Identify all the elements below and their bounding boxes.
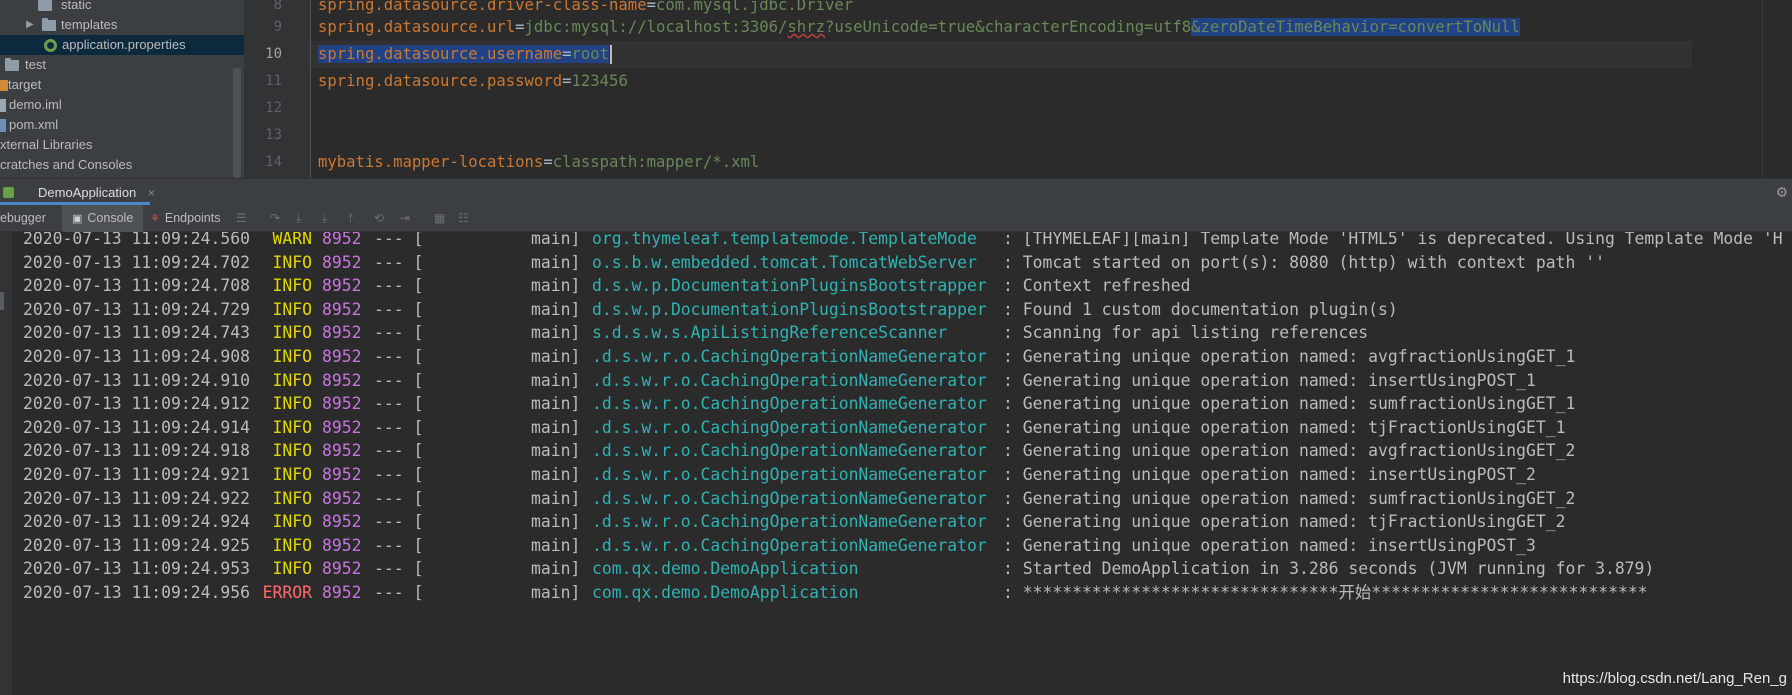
chevron-right-icon[interactable]: ▶ xyxy=(26,15,34,35)
tree-item-scratches[interactable]: cratches and Consoles xyxy=(0,155,244,175)
log-thread: main] xyxy=(531,583,581,602)
tree-item-test[interactable]: test xyxy=(0,55,244,75)
evaluate-icon[interactable]: ▦ xyxy=(434,205,445,232)
tab-console[interactable]: ▣ Console xyxy=(62,205,144,232)
tree-item-demo-iml[interactable]: demo.iml xyxy=(0,95,244,115)
line-number: 9 xyxy=(273,19,282,35)
project-tree[interactable]: static ▶ templates application.propertie… xyxy=(0,0,244,178)
folder-icon xyxy=(38,0,52,11)
code-line-11[interactable]: spring.datasource.password=123456 xyxy=(318,68,628,95)
spring-app-icon xyxy=(3,187,14,198)
log-timestamp: 2020-07-13 11:09:24.956 xyxy=(23,583,250,602)
tree-item-application-properties[interactable]: application.properties xyxy=(0,35,244,55)
log-pid: 8952 xyxy=(322,583,362,602)
maven-file-icon xyxy=(0,119,6,132)
module-file-icon xyxy=(0,99,6,112)
log-separator: --- [ xyxy=(374,583,424,602)
endpoints-icon: ⚘ xyxy=(150,213,160,225)
line-number: 14 xyxy=(265,154,282,170)
gear-icon[interactable]: ⚙ xyxy=(1775,185,1788,201)
close-tab-icon[interactable]: × xyxy=(148,186,155,200)
folder-icon xyxy=(42,18,56,31)
code-line-10[interactable]: spring.datasource.username=root xyxy=(318,41,613,68)
run-toolbar: ebugger ▣ Console ⚘ Endpoints ☰ ↷ ⤓ ⤓ ⤒ ⟲ … xyxy=(0,205,1792,232)
right-margin-guide xyxy=(1762,0,1763,178)
tree-item-target[interactable]: target xyxy=(0,75,244,95)
tree-item-external-libraries[interactable]: xternal Libraries xyxy=(0,135,244,155)
console-icon: ▣ xyxy=(72,213,83,225)
console-output[interactable]: 2020-07-13 11:09:24.560 WARN 8952 --- [main… xyxy=(0,232,1792,695)
tab-endpoints[interactable]: ⚘ Endpoints xyxy=(150,205,220,232)
line-number: 11 xyxy=(265,73,282,89)
folder-icon xyxy=(5,58,19,71)
step-out-icon[interactable]: ⤒ xyxy=(348,205,353,232)
tab-debugger[interactable]: ebugger xyxy=(0,205,46,232)
line-number: 10 xyxy=(265,46,282,62)
log-message: : ********************************开始****… xyxy=(1003,583,1648,602)
line-number: 12 xyxy=(265,100,282,116)
target-folder-icon xyxy=(0,80,8,91)
code-line-14[interactable]: mybatis.mapper-locations=classpath:mappe… xyxy=(318,149,759,176)
tree-item-pom-xml[interactable]: pom.xml xyxy=(0,115,244,135)
run-tool-window-header: DemoApplication × ⚙ xyxy=(0,178,1792,205)
step-over-icon[interactable]: ↷ xyxy=(270,205,280,232)
tree-scrollbar[interactable] xyxy=(233,68,241,178)
line-number-gutter: 8 9 10 11 12 13 14 xyxy=(244,0,311,178)
drop-frame-icon[interactable]: ⟲ xyxy=(374,205,384,232)
trace-icon[interactable]: ☷ xyxy=(458,205,469,232)
tree-item-static[interactable]: static xyxy=(0,0,244,15)
log-line: 2020-07-13 11:09:24.956 ERROR 8952 --- [ mai… xyxy=(0,579,1792,606)
tree-item-templates[interactable]: ▶ templates xyxy=(0,15,244,35)
log-level: ERROR xyxy=(262,583,312,602)
watermark: https://blog.csdn.net/Lang_Ren_g xyxy=(1562,670,1787,687)
log-logger-link[interactable]: com.qx.demo.DemoApplication xyxy=(592,579,858,606)
properties-file-icon xyxy=(44,39,57,52)
step-into-icon[interactable]: ⤓ xyxy=(296,205,301,232)
run-to-cursor-icon[interactable]: ⇥ xyxy=(400,205,410,232)
text-caret xyxy=(610,45,613,64)
menu-icon[interactable]: ☰ xyxy=(236,205,247,232)
line-number: 13 xyxy=(265,127,282,143)
selection-highlight: &zeroDateTimeBehavior=convertToNull xyxy=(1191,18,1520,36)
code-line-9[interactable]: spring.datasource.url=jdbc:mysql://local… xyxy=(318,14,1520,41)
force-step-into-icon[interactable]: ⤓ xyxy=(322,205,327,232)
